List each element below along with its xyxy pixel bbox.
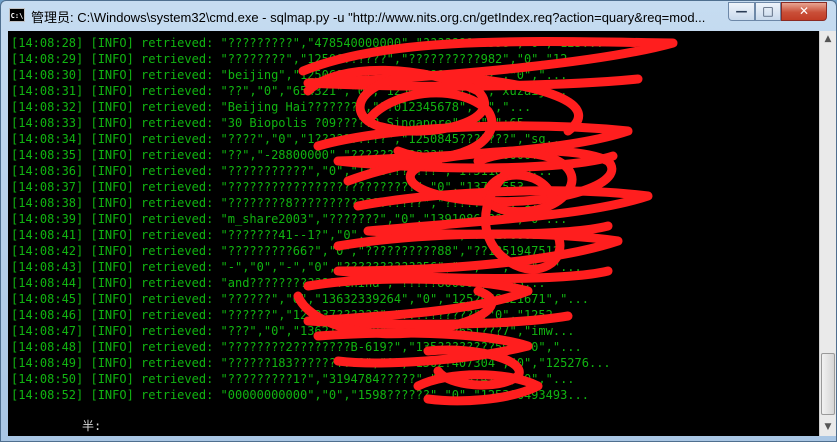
window-title: 管理员: C:\Windows\system32\cmd.exe - sqlma… [31, 10, 706, 25]
console-output[interactable]: [14:08:28] [INFO] retrieved: "?????????"… [8, 31, 819, 436]
scroll-up-arrow[interactable]: ▲ [820, 31, 836, 48]
red-scribble-redaction [293, 37, 678, 406]
close-button[interactable]: ✕ [781, 2, 827, 21]
minimize-button[interactable]: — [728, 2, 755, 21]
vertical-scrollbar[interactable]: ▲ ▼ [819, 31, 836, 436]
title-bar[interactable]: C:\ 管理员: C:\Windows\system32\cmd.exe - s… [1, 1, 836, 31]
scroll-down-arrow[interactable]: ▼ [820, 419, 836, 436]
scroll-thumb[interactable] [821, 353, 835, 415]
cmd-icon[interactable]: C:\ [9, 8, 25, 22]
cmd-window: C:\ 管理员: C:\Windows\system32\cmd.exe - s… [0, 0, 837, 442]
maximize-button[interactable]: □ [755, 2, 781, 21]
